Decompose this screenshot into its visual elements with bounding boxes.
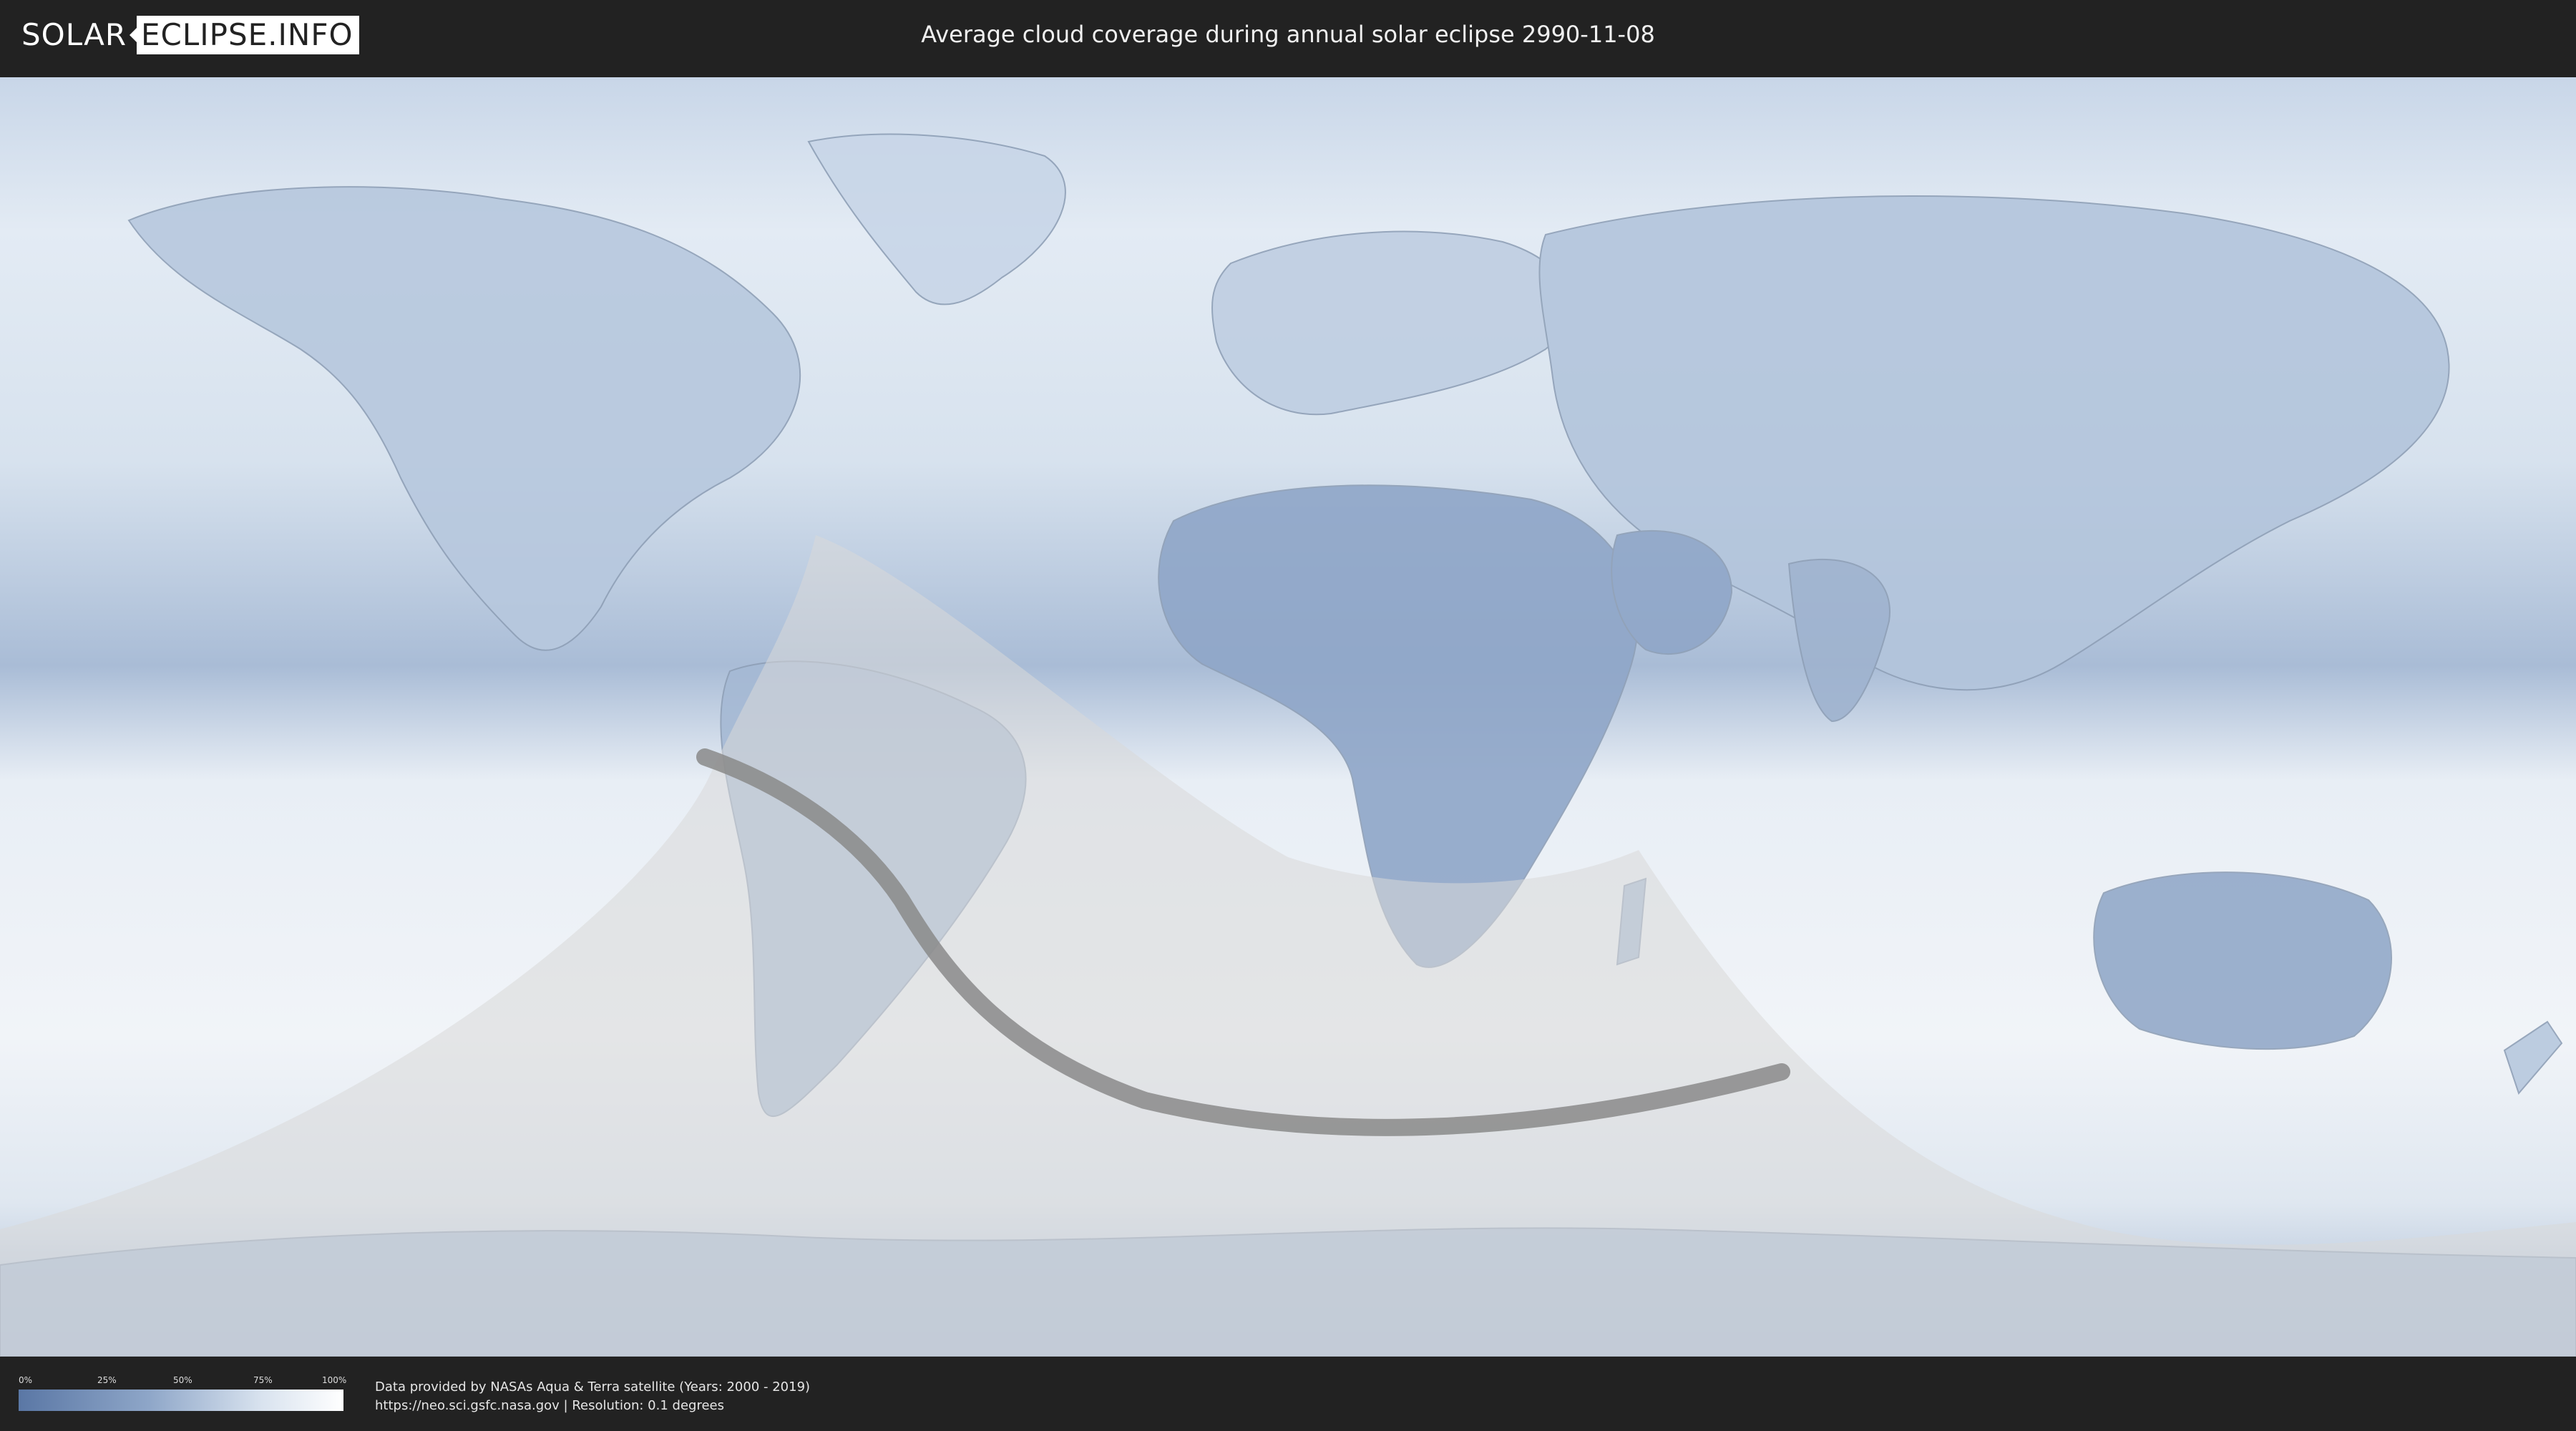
- legend-tick-0: 0%: [19, 1375, 33, 1385]
- credits-line-1: Data provided by NASAs Aqua & Terra sate…: [375, 1379, 811, 1395]
- legend-tick-75: 75%: [253, 1375, 273, 1385]
- credits-line-2: https://neo.sci.gsfc.nasa.gov | Resoluti…: [375, 1398, 724, 1413]
- legend-ticks: 0% 25% 50% 75% 100%: [19, 1375, 347, 1388]
- top-bar: SOLAR ECLIPSE.INFO Average cloud coverag…: [0, 0, 2576, 72]
- cloud-coverage-map: [0, 77, 2576, 1357]
- legend-tick-100: 100%: [322, 1375, 347, 1385]
- page-title: Average cloud coverage during annual sol…: [921, 21, 1655, 48]
- world-map-svg: [0, 77, 2576, 1357]
- legend-tick-25: 25%: [97, 1375, 117, 1385]
- data-credits: Data provided by NASAs Aqua & Terra sate…: [375, 1378, 810, 1415]
- legend-tick-50: 50%: [173, 1375, 192, 1385]
- legend-gradient-bar: [19, 1390, 343, 1411]
- australia: [2093, 871, 2393, 1050]
- cloud-coverage-legend: 0% 25% 50% 75% 100%: [19, 1375, 347, 1415]
